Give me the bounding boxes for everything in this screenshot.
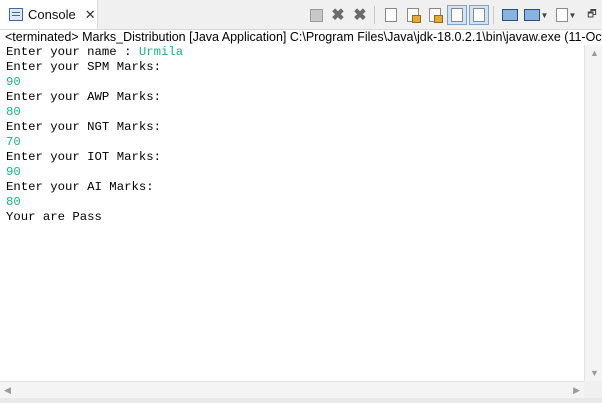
toolbar-separator [493,6,494,24]
scroll-lock-button[interactable] [403,5,423,25]
terminate-button[interactable] [306,5,326,25]
scroll-right-icon[interactable]: ▶ [573,385,580,396]
show-on-stdout-button[interactable] [447,5,467,25]
console-line: Enter your name : Urmila [6,45,584,60]
scroll-lock-icon [407,8,421,23]
console-line: Enter your SPM Marks: [6,60,584,75]
console-output-text: Enter your name : [6,45,139,59]
bottom-strip [0,398,602,403]
console-line: 90 [6,165,584,180]
console-line: 80 [6,105,584,120]
console-line: 70 [6,135,584,150]
console-output-text: Enter your NGT Marks: [6,120,161,134]
console-output-text: Enter your IOT Marks: [6,150,161,164]
show-on-stdout-icon [451,8,463,22]
console-line: 80 [6,195,584,210]
console-icon [9,8,23,21]
show-on-stderr-button[interactable] [469,5,489,25]
display-console-icon [523,9,540,21]
console-line: Enter your NGT Marks: [6,120,584,135]
console-output-text: Enter your AWP Marks: [6,90,161,104]
console-input-text: 90 [6,165,21,179]
scrollbar-corner [584,381,602,398]
console-output-text: Enter your AI Marks: [6,180,154,194]
toolbar-separator [374,6,375,24]
console-view-header: Console ✕ ✖ ✖ ▼ ▼ 🗗 [0,0,602,30]
open-console-icon [555,8,568,22]
console-input-text: 70 [6,135,21,149]
open-console-button[interactable]: ▼ [552,5,580,25]
console-input-text: 80 [6,195,21,209]
pin-console-button[interactable] [500,5,520,25]
word-wrap-button[interactable] [425,5,445,25]
scroll-up-icon[interactable]: ▲ [590,48,599,58]
console-output-text: Your are Pass [6,210,102,224]
close-icon[interactable]: ✕ [85,7,96,23]
minimize-icon: 🗗 [587,8,597,20]
display-console-button[interactable]: ▼ [522,5,550,25]
tab-console-label: Console [28,7,76,22]
terminate-icon [309,8,323,22]
remove-all-icon: ✖ [353,7,367,24]
remove-launch-icon: ✖ [331,7,345,24]
clear-console-button[interactable] [381,5,401,25]
pin-console-icon [502,9,518,21]
console-line: Your are Pass [6,210,584,225]
console-input-text: 90 [6,75,21,89]
chevron-down-icon: ▼ [568,10,577,20]
console-line: Enter your AWP Marks: [6,90,584,105]
console-input-text: Urmila [138,45,184,59]
console-input-text: 80 [6,105,21,119]
console-output[interactable]: Enter your name : Urmila Enter your SPM … [0,45,584,381]
remove-all-terminated-button[interactable]: ✖ [350,5,370,25]
launch-status: <terminated> Marks_Distribution [Java Ap… [5,30,602,44]
restore-button[interactable]: 🗗 [582,5,602,25]
word-wrap-icon [429,8,443,23]
chevron-down-icon: ▼ [540,10,549,20]
scroll-left-icon[interactable]: ◀ [4,385,11,396]
show-on-stderr-icon [473,8,485,22]
tab-console[interactable]: Console ✕ [0,0,98,29]
console-line: Enter your IOT Marks: [6,150,584,165]
scroll-down-icon[interactable]: ▼ [590,368,599,378]
console-output-text: Enter your SPM Marks: [6,60,161,74]
remove-launch-button[interactable]: ✖ [328,5,348,25]
clear-console-icon [385,8,397,22]
horizontal-scrollbar[interactable]: ◀ ▶ [0,381,584,398]
console-line: Enter your AI Marks: [6,180,584,195]
console-line: 90 [6,75,584,90]
console-toolbar: ✖ ✖ ▼ ▼ 🗗 [304,4,602,26]
vertical-scrollbar[interactable]: ▲ ▼ [584,45,602,381]
